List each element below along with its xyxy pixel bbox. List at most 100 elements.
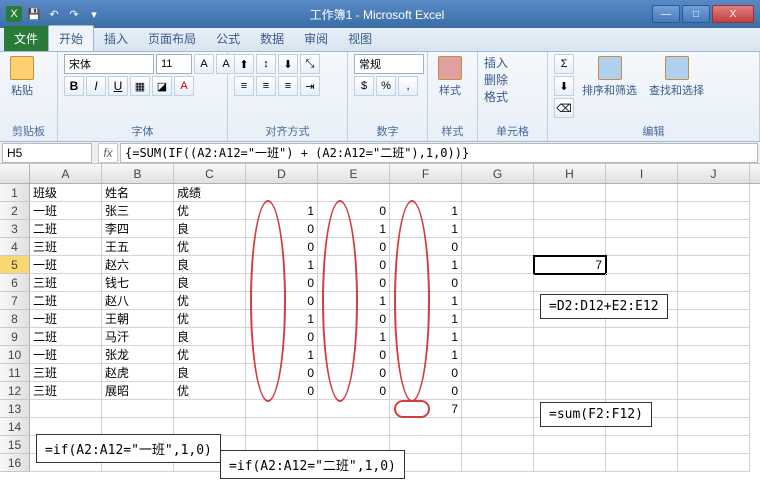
redo-icon[interactable]: ↷ [66,6,82,22]
cell[interactable] [462,184,534,202]
number-format-combo[interactable]: 常规 [354,54,424,74]
align-left-icon[interactable]: ≡ [234,76,254,96]
column-header-F[interactable]: F [390,164,462,183]
row-header[interactable]: 5 [0,256,30,274]
align-middle-icon[interactable]: ↕ [256,54,276,74]
cell[interactable] [462,400,534,418]
sort-filter-button[interactable]: 排序和筛选 [578,54,641,100]
cell[interactable] [102,400,174,418]
cell[interactable]: 钱七 [102,274,174,292]
cell[interactable]: 赵六 [102,256,174,274]
qat-dropdown-icon[interactable]: ▾ [86,6,102,22]
cell[interactable] [462,454,534,472]
cell[interactable] [246,184,318,202]
tab-review[interactable]: 审阅 [294,26,338,51]
row-header[interactable]: 16 [0,454,30,472]
paste-button[interactable]: 粘贴 [6,54,38,100]
column-header-J[interactable]: J [678,164,750,183]
cell[interactable] [606,328,678,346]
tab-file[interactable]: 文件 [4,26,48,51]
bold-button[interactable]: B [64,76,84,96]
cell[interactable]: 优 [174,292,246,310]
cell[interactable] [462,202,534,220]
cell[interactable] [678,256,750,274]
font-color-button[interactable]: A [174,76,194,96]
cell[interactable] [606,220,678,238]
cell[interactable]: 0 [246,382,318,400]
cell[interactable] [678,202,750,220]
cell[interactable]: 赵虎 [102,364,174,382]
cell[interactable] [462,292,534,310]
cell[interactable] [534,346,606,364]
cell[interactable]: 一班 [30,202,102,220]
cell[interactable] [462,238,534,256]
cell[interactable] [678,292,750,310]
cell[interactable]: 张三 [102,202,174,220]
cell[interactable] [678,436,750,454]
cell[interactable] [606,454,678,472]
cell[interactable] [462,418,534,436]
cell[interactable]: 良 [174,328,246,346]
align-bottom-icon[interactable]: ⬇ [278,54,298,74]
font-name-combo[interactable]: 宋体 [64,54,154,74]
close-button[interactable]: X [712,5,754,23]
cell[interactable]: 三班 [30,364,102,382]
column-header-B[interactable]: B [102,164,174,183]
cell[interactable] [462,310,534,328]
cell[interactable] [606,346,678,364]
column-header-A[interactable]: A [30,164,102,183]
cell[interactable] [534,364,606,382]
cell[interactable]: 二班 [30,328,102,346]
cell[interactable]: 优 [174,310,246,328]
fill-icon[interactable]: ⬇ [554,76,574,96]
align-center-icon[interactable]: ≡ [256,76,276,96]
cell[interactable]: 0 [390,382,462,400]
row-header[interactable]: 13 [0,400,30,418]
column-header-C[interactable]: C [174,164,246,183]
column-header-H[interactable]: H [534,164,606,183]
cell[interactable] [606,184,678,202]
border-button[interactable]: ▦ [130,76,150,96]
cell[interactable] [678,346,750,364]
save-icon[interactable]: 💾 [26,6,42,22]
currency-icon[interactable]: $ [354,76,374,96]
cell[interactable] [534,436,606,454]
cell[interactable] [318,400,390,418]
cell[interactable]: 马汗 [102,328,174,346]
cell[interactable] [30,400,102,418]
undo-icon[interactable]: ↶ [46,6,62,22]
cell[interactable]: 三班 [30,382,102,400]
percent-icon[interactable]: % [376,76,396,96]
cell[interactable] [678,220,750,238]
cell[interactable]: 班级 [30,184,102,202]
cell[interactable]: 张龙 [102,346,174,364]
row-header[interactable]: 14 [0,418,30,436]
select-all-corner[interactable] [0,164,30,183]
cell[interactable] [678,454,750,472]
cell[interactable]: 李四 [102,220,174,238]
cell[interactable] [606,274,678,292]
cell[interactable]: 优 [174,382,246,400]
cell[interactable] [534,382,606,400]
row-header[interactable]: 7 [0,292,30,310]
autosum-icon[interactable]: Σ [554,54,574,74]
cell[interactable] [534,202,606,220]
cell[interactable] [246,400,318,418]
column-header-E[interactable]: E [318,164,390,183]
cell[interactable]: 三班 [30,238,102,256]
cell[interactable]: 优 [174,238,246,256]
column-header-G[interactable]: G [462,164,534,183]
cell[interactable] [462,436,534,454]
cell[interactable]: 良 [174,364,246,382]
styles-button[interactable]: 样式 [434,54,466,100]
cell[interactable] [678,418,750,436]
cell[interactable] [534,220,606,238]
cell[interactable] [318,418,390,436]
orientation-icon[interactable]: ⤡ [300,54,320,74]
cell[interactable] [462,256,534,274]
row-header[interactable]: 10 [0,346,30,364]
underline-button[interactable]: U [108,76,128,96]
column-header-I[interactable]: I [606,164,678,183]
cell[interactable]: 展昭 [102,382,174,400]
worksheet-grid[interactable]: ABCDEFGHIJ 1班级姓名成绩2一班张三优1013二班李四良0114三班王… [0,164,760,500]
